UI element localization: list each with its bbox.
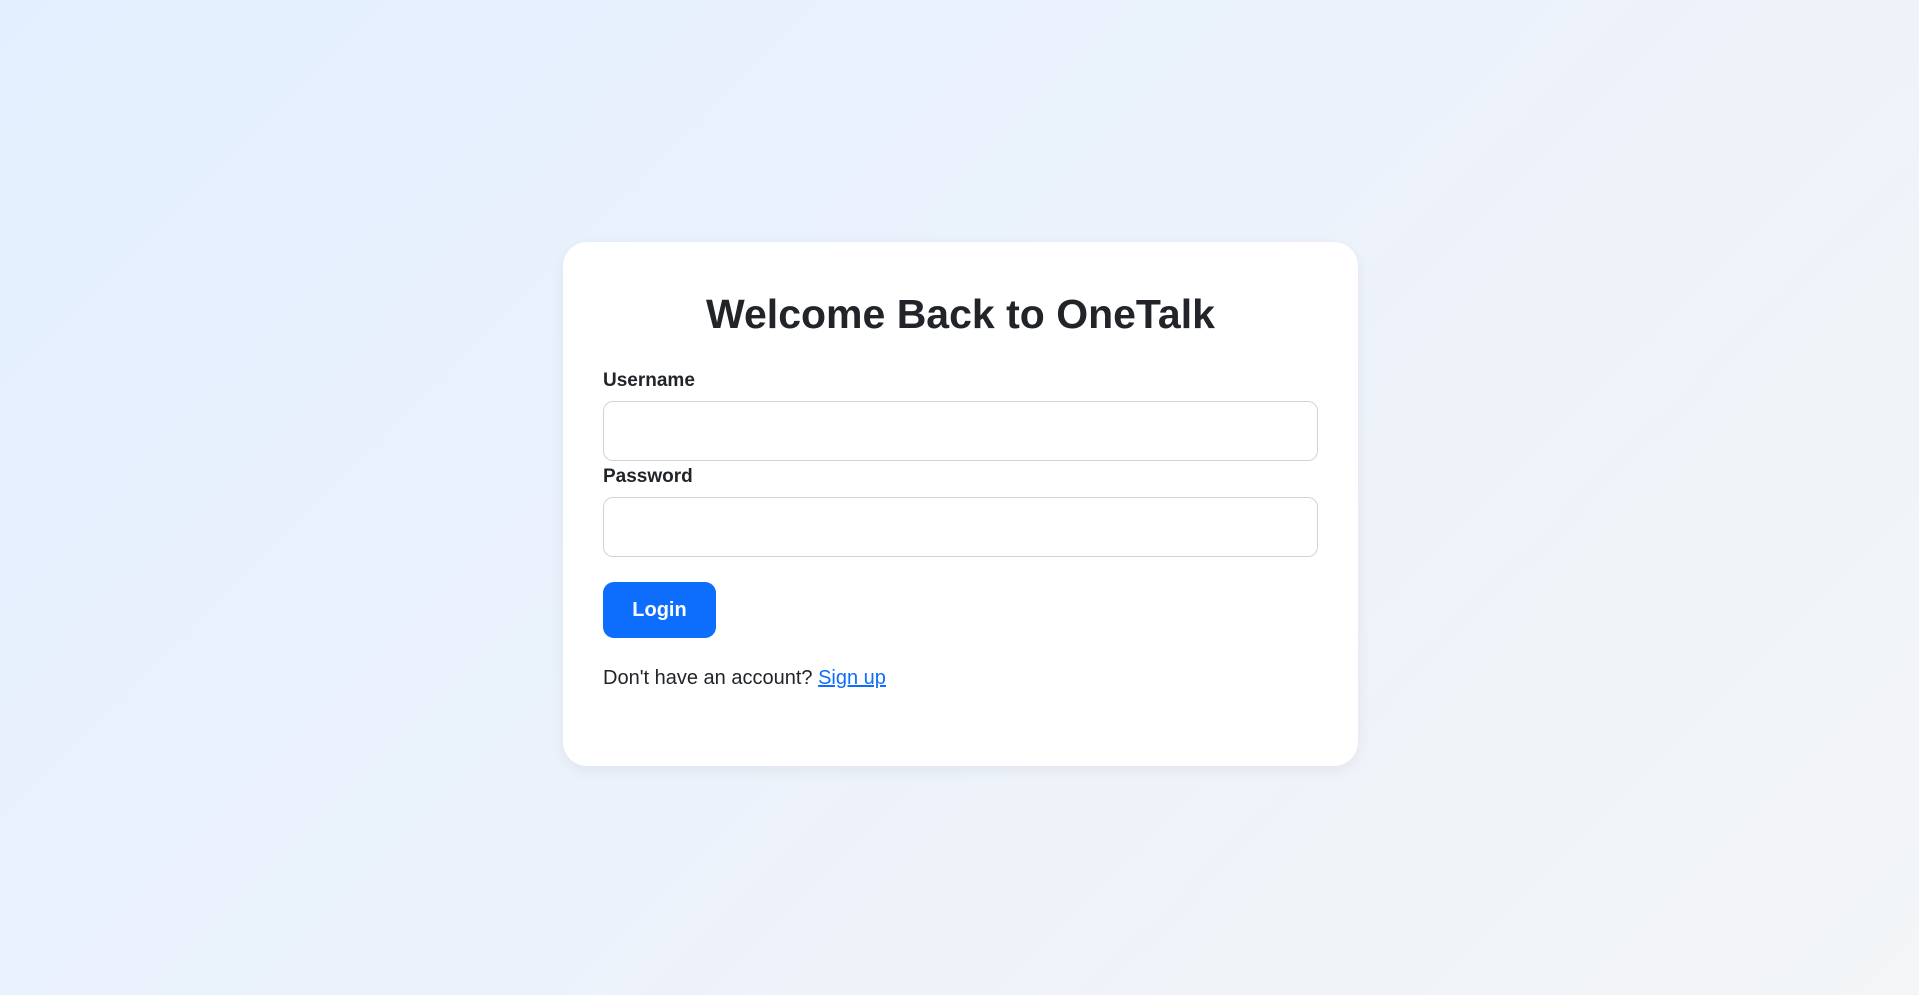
username-label: Username <box>603 370 695 392</box>
username-input[interactable] <box>603 401 1318 462</box>
signup-prompt: Don't have an account? Sign up <box>603 665 1318 691</box>
signup-prompt-text: Don't have an account? <box>603 667 813 690</box>
password-field-group: Password <box>603 465 1318 558</box>
signup-link[interactable]: Sign up <box>818 667 886 689</box>
username-field-group: Username <box>603 369 1318 462</box>
login-button[interactable]: Login <box>603 582 716 639</box>
login-card: Welcome Back to OneTalk Username Passwor… <box>563 242 1358 766</box>
password-input[interactable] <box>603 497 1318 558</box>
page-title: Welcome Back to OneTalk <box>706 291 1215 337</box>
password-label: Password <box>603 466 693 488</box>
